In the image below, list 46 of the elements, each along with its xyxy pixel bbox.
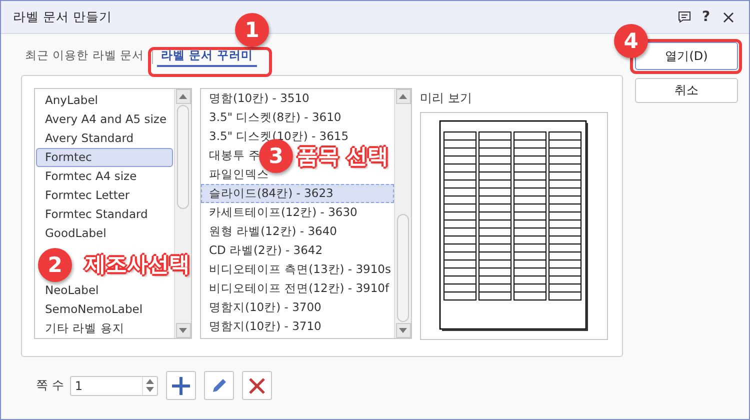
list-item[interactable]: 카세트테이프(12칸) - 3630 xyxy=(201,203,360,222)
list-item[interactable]: 기타 라벨 용지 xyxy=(36,319,128,338)
add-button[interactable] xyxy=(166,371,196,400)
list-item[interactable]: 명함(10칸) - 3510 xyxy=(201,89,312,108)
preview-label: 미리 보기 xyxy=(420,90,473,107)
spin-up-icon[interactable] xyxy=(146,379,154,384)
list-item[interactable]: Formtec Standard xyxy=(36,205,151,224)
list-item[interactable]: 명함지(10칸) - 3710 xyxy=(201,317,324,336)
list-item[interactable]: GoodLabel xyxy=(36,224,110,243)
list-item[interactable]: CD 라벨(2칸) - 3642 xyxy=(201,241,326,260)
list-item[interactable]: 원형 라벨(12칸) - 3640 xyxy=(201,222,340,241)
plus-icon xyxy=(170,376,191,396)
list-item[interactable]: 명함지(10칸) - 3700 xyxy=(201,298,324,317)
scrollbar[interactable] xyxy=(394,89,411,338)
list-item[interactable]: NeoLabel xyxy=(36,281,102,300)
scroll-down-icon[interactable] xyxy=(179,328,187,333)
close-icon xyxy=(248,376,266,394)
list-item[interactable]: Formtec Letter xyxy=(36,186,133,205)
list-item[interactable]: 비디오테이프 측면(13칸) - 3910s xyxy=(201,260,394,279)
callout-caption: 제조사선택 xyxy=(85,254,190,275)
pages-label: 쪽 수 xyxy=(36,377,64,394)
list-item[interactable]: AnyLabel xyxy=(36,91,101,110)
list-item[interactable]: 비디오테이프 전면(12칸) - 3910f xyxy=(201,279,392,298)
delete-button[interactable] xyxy=(242,371,272,400)
page-count-field[interactable]: 1 xyxy=(70,376,158,396)
step-badge: 1 xyxy=(235,13,269,47)
window-title: 라벨 문서 만들기 xyxy=(13,8,113,26)
tab[interactable]: 최근 이용한 라벨 문서 xyxy=(21,46,148,66)
close-icon[interactable] xyxy=(722,12,734,22)
help-button[interactable]: ? xyxy=(702,9,710,25)
list-item[interactable]: 3.5" 디스켓(8칸) - 3610 xyxy=(201,108,344,127)
callout-caption: 품목 선택 xyxy=(297,146,388,167)
comment-icon[interactable] xyxy=(678,11,690,23)
scroll-up-icon[interactable] xyxy=(179,94,187,99)
spin-down-icon[interactable] xyxy=(146,387,154,392)
list-item[interactable]: Avery A4 and A5 size xyxy=(36,110,170,129)
cancel-button[interactable]: 취소 xyxy=(635,78,738,103)
list-item[interactable]: Avery Standard xyxy=(36,129,137,148)
scroll-up-icon[interactable] xyxy=(399,94,407,99)
list-item[interactable]: Formtec xyxy=(36,148,173,167)
list-item[interactable]: SemoNemoLabel xyxy=(36,300,146,319)
list-item[interactable]: Formtec A4 size xyxy=(36,167,140,186)
list-box[interactable] xyxy=(200,88,412,339)
list-item[interactable]: 슬라이드(84칸) - 3623 xyxy=(201,184,394,203)
scroll-down-icon[interactable] xyxy=(399,328,407,333)
edit-button[interactable] xyxy=(204,371,234,400)
